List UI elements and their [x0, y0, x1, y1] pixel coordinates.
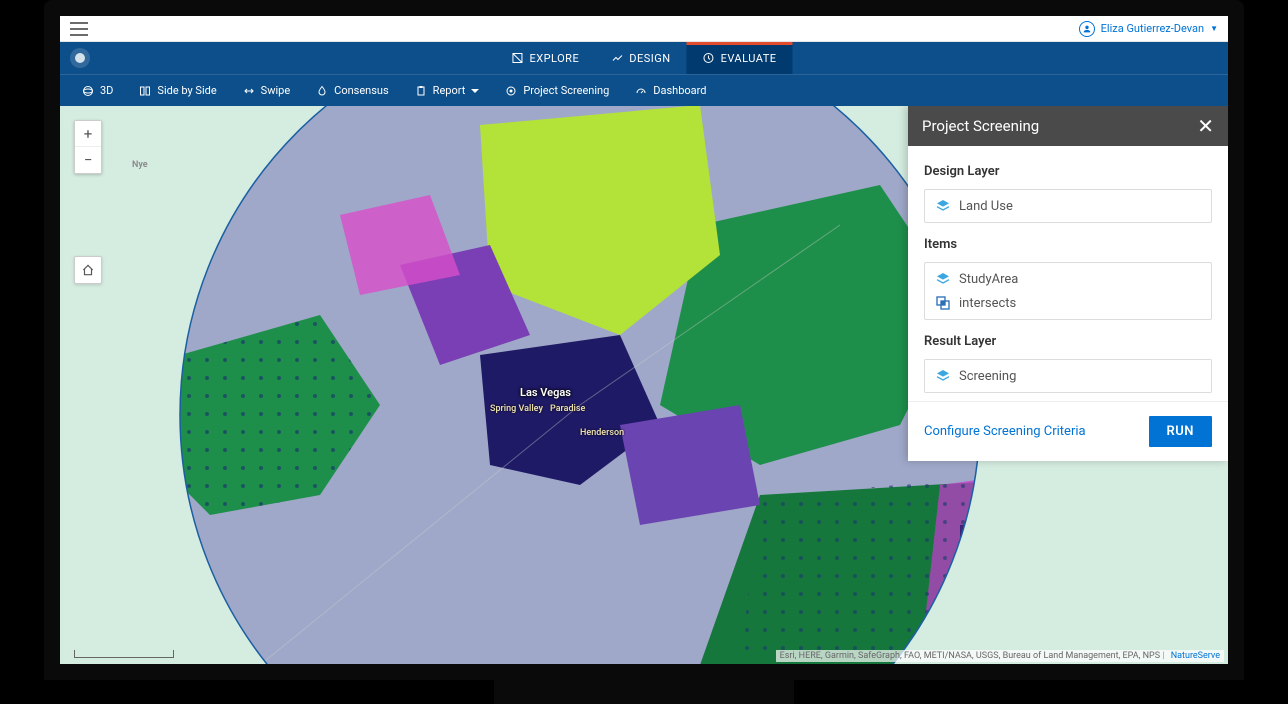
map-label-main: Las Vegas [520, 386, 571, 399]
main-nav: EXPLORE DESIGN EVALUATE [60, 42, 1228, 74]
configure-criteria-link[interactable]: Configure Screening Criteria [924, 424, 1086, 439]
split-icon [139, 85, 151, 97]
panel-footer: Configure Screening Criteria RUN [908, 401, 1228, 461]
layers-icon [935, 198, 951, 214]
tool-project-screening[interactable]: Project Screening [493, 75, 621, 106]
items-heading: Items [924, 237, 1212, 252]
chevron-down-icon: ▼ [1210, 24, 1218, 33]
scale-bar [74, 650, 174, 658]
design-layer-heading: Design Layer [924, 164, 1212, 179]
gauge-icon [635, 85, 647, 97]
target-icon [505, 85, 517, 97]
design-layer-field[interactable]: Land Use [924, 189, 1212, 223]
hamburger-icon[interactable] [70, 22, 88, 36]
tab-design[interactable]: DESIGN [595, 42, 686, 74]
map-label-paradise: Paradise [550, 404, 585, 414]
swipe-icon [243, 85, 255, 97]
tool-3d[interactable]: 3D [70, 75, 125, 106]
user-avatar-icon [1079, 21, 1095, 37]
map-view[interactable]: Las Vegas Spring Valley Paradise Henders… [60, 106, 1228, 664]
tool-swipe[interactable]: Swipe [231, 75, 302, 106]
panel-body: Design Layer Land Use Items [908, 146, 1228, 401]
zoom-controls: + − [74, 120, 102, 174]
layers-icon [935, 368, 951, 384]
map-label-spring-valley: Spring Valley [490, 404, 543, 414]
items-field[interactable]: StudyArea intersects [924, 262, 1212, 320]
user-name: Eliza Gutierrez-Devan [1101, 22, 1204, 35]
map-label-county: Nye [132, 160, 148, 170]
home-icon [81, 263, 95, 277]
zoom-out-button[interactable]: − [75, 147, 101, 173]
clipboard-icon [415, 85, 427, 97]
map-label-henderson: Henderson [580, 428, 624, 438]
app-screen: Eliza Gutierrez-Devan ▼ EXPLORE DESIGN E… [60, 16, 1228, 664]
tab-evaluate[interactable]: EVALUATE [687, 42, 793, 74]
panel-title: Project Screening [922, 117, 1039, 135]
user-menu[interactable]: Eliza Gutierrez-Devan ▼ [1079, 21, 1218, 37]
attribution-link[interactable]: NatureServe [1171, 651, 1220, 661]
globe-icon [82, 85, 94, 97]
project-screening-panel: Project Screening ✕ Design Layer Land Us… [908, 106, 1228, 461]
layers-icon [935, 271, 951, 287]
tool-report[interactable]: Report [403, 75, 492, 106]
tool-side-by-side[interactable]: Side by Side [127, 75, 228, 106]
panel-header: Project Screening ✕ [908, 106, 1228, 146]
chevron-down-icon [471, 89, 479, 93]
topbar: Eliza Gutierrez-Devan ▼ [60, 16, 1228, 42]
zoom-in-button[interactable]: + [75, 121, 101, 147]
monitor-stand [494, 674, 794, 704]
close-icon[interactable]: ✕ [1197, 116, 1214, 136]
map-attribution: Esri, HERE, Garmin, SafeGraph, FAO, METI… [776, 650, 1224, 662]
main-nav-tabs: EXPLORE DESIGN EVALUATE [495, 42, 792, 74]
intersect-icon [935, 295, 951, 311]
result-layer-field[interactable]: Screening [924, 359, 1212, 393]
tool-dashboard[interactable]: Dashboard [623, 75, 718, 106]
home-extent-button[interactable] [74, 256, 102, 284]
result-layer-heading: Result Layer [924, 334, 1212, 349]
monitor-frame: Eliza Gutierrez-Devan ▼ EXPLORE DESIGN E… [44, 0, 1244, 680]
drop-icon [316, 85, 328, 97]
run-button[interactable]: RUN [1149, 416, 1213, 447]
tool-consensus[interactable]: Consensus [304, 75, 401, 106]
sub-nav: 3D Side by Side Swipe Consensus Report P… [60, 74, 1228, 106]
item-intersects: intersects [935, 295, 1201, 311]
tab-explore[interactable]: EXPLORE [495, 42, 595, 74]
app-logo-icon[interactable] [70, 48, 90, 68]
item-study-area: StudyArea [935, 271, 1201, 287]
